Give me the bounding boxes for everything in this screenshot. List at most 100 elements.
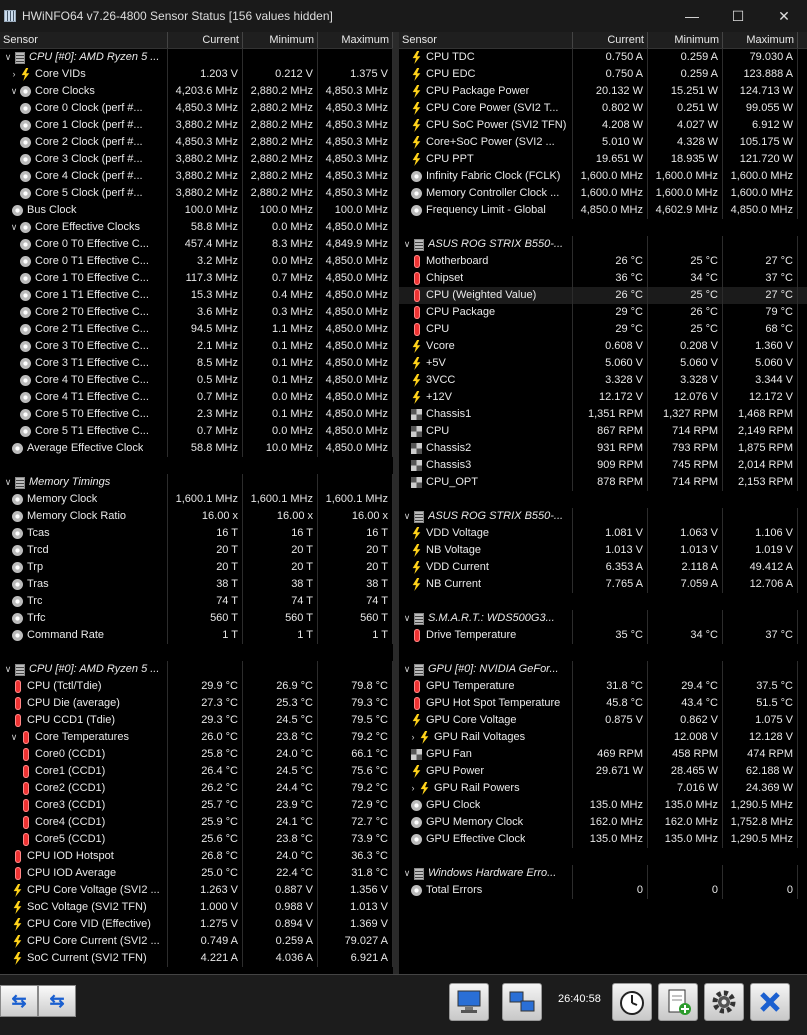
sensor-group-row[interactable]: ∨ ASUS ROG STRIX B550-... [399,236,807,253]
sensor-row[interactable]: +12V 12.172 V 12.076 V 12.172 V [399,389,807,406]
sensor-row[interactable]: CPU SoC Power (SVI2 TFN) 4.208 W 4.027 W 6.… [399,117,807,134]
sensor-row[interactable]: Memory Clock Ratio 16.00 x 16.00 x 16.00 x [0,508,393,525]
exit-close-icon[interactable] [750,983,790,1021]
current-column-header[interactable]: Current [168,32,243,48]
maximum-column-header[interactable]: Maximum [723,32,798,48]
sensor-row[interactable]: Core 1 Clock (perf #... 3,880.2 MHz 2,880.… [0,117,393,134]
sensor-row[interactable]: ∨ Core Clocks 4,203.6 MHz 2,880.2 MHz 4,850.… [0,83,393,100]
sensor-row[interactable]: NB Voltage 1.013 V 1.013 V 1.019 V [399,542,807,559]
maximize-button[interactable]: ☐ [715,0,761,32]
column-header[interactable]: Sensor Current Minimum Maximum [399,32,807,49]
nav-left-button[interactable]: ⇆ [0,985,38,1017]
sensor-row[interactable]: Core0 (CCD1) 25.8 °C 24.0 °C 66.1 °C [0,746,393,763]
sensor-row[interactable]: Bus Clock 100.0 MHz 100.0 MHz 100.0 MHz [0,202,393,219]
sensor-row[interactable]: Core+SoC Power (SVI2 ... 5.010 W 4.328 W 10… [399,134,807,151]
sensor-row[interactable]: Core 2 T1 Effective C... 94.5 MHz 1.1 MHz 4… [0,321,393,338]
sensor-column-header[interactable]: Sensor [0,32,168,48]
network-icon[interactable] [502,983,542,1021]
sensor-group-row[interactable]: ∨ Memory Timings [0,474,393,491]
sensor-row[interactable]: CPU CCD1 (Tdie) 29.3 °C 24.5 °C 79.5 °C [0,712,393,729]
sensor-row[interactable]: CPU IOD Hotspot 26.8 °C 24.0 °C 36.3 °C [0,848,393,865]
sensor-row[interactable]: Memory Clock 1,600.1 MHz 1,600.1 MHz 1,600.… [0,491,393,508]
sensor-row[interactable]: Core 5 T1 Effective C... 0.7 MHz 0.0 MHz 4,… [0,423,393,440]
sensor-row[interactable]: GPU Core Voltage 0.875 V 0.862 V 1.075 V [399,712,807,729]
sensor-row[interactable]: Core 3 T0 Effective C... 2.1 MHz 0.1 MHz 4,… [0,338,393,355]
sensor-row[interactable]: GPU Effective Clock 135.0 MHz 135.0 MHz 1,2… [399,831,807,848]
sensor-row[interactable]: GPU Memory Clock 162.0 MHz 162.0 MHz 1,752.… [399,814,807,831]
sensor-group-row[interactable]: ∨ S.M.A.R.T.: WDS500G3... [399,610,807,627]
sensor-group-row[interactable]: ∨ CPU [#0]: AMD Ryzen 5 ... [0,49,393,66]
sensor-row[interactable]: GPU Temperature 31.8 °C 29.4 °C 37.5 °C [399,678,807,695]
minimum-column-header[interactable]: Minimum [648,32,723,48]
sensor-row[interactable]: CPU (Weighted Value) 26 °C 25 °C 27 °C [399,287,807,304]
sensor-group-row[interactable]: ∨ ASUS ROG STRIX B550-... [399,508,807,525]
sensor-row[interactable]: GPU Fan 469 RPM 458 RPM 474 RPM [399,746,807,763]
sensor-row[interactable]: Vcore 0.608 V 0.208 V 1.360 V [399,338,807,355]
sensor-row[interactable]: Core 0 Clock (perf #... 4,850.3 MHz 2,880.… [0,100,393,117]
sensor-row[interactable]: Core1 (CCD1) 26.4 °C 24.5 °C 75.6 °C [0,763,393,780]
sensor-row[interactable]: CPU_OPT 878 RPM 714 RPM 2,153 RPM [399,474,807,491]
collapse-chevron-icon[interactable]: ∨ [8,729,20,746]
maximum-column-header[interactable]: Maximum [318,32,393,48]
collapse-chevron-icon[interactable]: ∨ [401,610,413,627]
sensor-row[interactable]: VDD Voltage 1.081 V 1.063 V 1.106 V [399,525,807,542]
sensor-row[interactable]: Command Rate 1 T1 T1 T [0,627,393,644]
sensor-group-row[interactable]: ∨ GPU [#0]: NVIDIA GeFor... [399,661,807,678]
sensor-row[interactable]: Core3 (CCD1) 25.7 °C 23.9 °C 72.9 °C [0,797,393,814]
sensor-row[interactable]: CPU Package 29 °C 26 °C 79 °C [399,304,807,321]
sensor-row[interactable]: CPU Core Current (SVI2 ... 0.749 A 0.259 A… [0,933,393,950]
collapse-chevron-icon[interactable]: ∨ [8,83,20,100]
sensor-row[interactable]: CPU TDC 0.750 A 0.259 A 79.030 A [399,49,807,66]
sensor-row[interactable]: CPU Package Power 20.132 W 15.251 W 124.713… [399,83,807,100]
collapse-chevron-icon[interactable]: ∨ [2,474,14,491]
collapse-chevron-icon[interactable]: ∨ [8,219,20,236]
collapse-chevron-icon[interactable]: ∨ [2,661,14,678]
sensor-group-row[interactable]: ∨ CPU [#0]: AMD Ryzen 5 ... [0,661,393,678]
sensor-row[interactable]: VDD Current 6.353 A 2.118 A 49.412 A [399,559,807,576]
sensor-row[interactable]: Chassis3 909 RPM 745 RPM 2,014 RPM [399,457,807,474]
collapse-chevron-icon[interactable]: ∨ [2,49,14,66]
sensor-row[interactable]: CPU Core Voltage (SVI2 ... 1.263 V 0.887 V… [0,882,393,899]
minimize-button[interactable]: — [669,0,715,32]
sensor-row[interactable]: Core 0 T1 Effective C... 3.2 MHz 0.0 MHz 4,… [0,253,393,270]
sensor-row[interactable]: Trp 20 T 20 T 20 T [0,559,393,576]
sensor-row[interactable]: SoC Voltage (SVI2 TFN) 1.000 V 0.988 V 1.01… [0,899,393,916]
expand-chevron-icon[interactable]: › [407,729,419,746]
sensor-row[interactable]: Drive Temperature 35 °C 34 °C 37 °C [399,627,807,644]
sensor-row[interactable]: Trc 74 T 74 T 74 T [0,593,393,610]
settings-gear-icon[interactable] [704,983,744,1021]
sensor-row[interactable]: Core 3 T1 Effective C... 8.5 MHz 0.1 MHz 4,… [0,355,393,372]
sensor-row[interactable]: SoC Current (SVI2 TFN) 4.221 A 4.036 A 6.92… [0,950,393,967]
sensor-row[interactable]: › GPU Rail Powers 7.016 W 24.369 W [399,780,807,797]
sensor-row[interactable]: CPU EDC 0.750 A 0.259 A 123.888 A [399,66,807,83]
sensor-row[interactable]: Tras 38 T 38 T 38 T [0,576,393,593]
sensor-row[interactable]: Chassis1 1,351 RPM 1,327 RPM 1,468 RPM [399,406,807,423]
sensor-row[interactable]: Core 4 T1 Effective C... 0.7 MHz 0.0 MHz 4,… [0,389,393,406]
sensor-row[interactable]: Core 4 T0 Effective C... 0.5 MHz 0.1 MHz 4,… [0,372,393,389]
sensor-row[interactable]: ∨ Core Temperatures 26.0 °C 23.8 °C 79.2 °C [0,729,393,746]
sensor-row[interactable]: 3VCC 3.328 V 3.328 V 3.344 V [399,372,807,389]
clock-reset-icon[interactable] [612,983,652,1021]
sensor-column-header[interactable]: Sensor [399,32,573,48]
sensor-row[interactable]: › GPU Rail Voltages 12.008 V 12.128 V [399,729,807,746]
sensor-row[interactable]: Core 0 T0 Effective C... 457.4 MHz 8.3 MHz… [0,236,393,253]
sensor-row[interactable]: Core 3 Clock (perf #... 3,880.2 MHz 2,880.… [0,151,393,168]
sensor-row[interactable]: Infinity Fabric Clock (FCLK) 1,600.0 MHz 1… [399,168,807,185]
sensor-row[interactable]: Core5 (CCD1) 25.6 °C 23.8 °C 73.9 °C [0,831,393,848]
sensor-row[interactable]: Core 2 T0 Effective C... 3.6 MHz 0.3 MHz 4,… [0,304,393,321]
sensor-row[interactable]: Trcd 20 T 20 T 20 T [0,542,393,559]
sensor-group-row[interactable]: ∨ Windows Hardware Erro... [399,865,807,882]
sensor-row[interactable]: NB Current 7.765 A 7.059 A 12.706 A [399,576,807,593]
close-button[interactable]: ✕ [761,0,807,32]
minimum-column-header[interactable]: Minimum [243,32,318,48]
sensor-row[interactable]: CPU Core VID (Effective) 1.275 V 0.894 V 1.… [0,916,393,933]
sensor-row[interactable]: CPU Die (average) 27.3 °C 25.3 °C 79.3 °C [0,695,393,712]
sensor-row[interactable]: Frequency Limit - Global 4,850.0 MHz 4,602… [399,202,807,219]
sensor-row[interactable]: CPU PPT 19.651 W 18.935 W 121.720 W [399,151,807,168]
sensor-row[interactable]: Chipset 36 °C 34 °C 37 °C [399,270,807,287]
sensor-row[interactable]: Core4 (CCD1) 25.9 °C 24.1 °C 72.7 °C [0,814,393,831]
sensor-row[interactable]: ∨ Core Effective Clocks 58.8 MHz 0.0 MHz 4,8… [0,219,393,236]
sensor-row[interactable]: CPU 29 °C 25 °C 68 °C [399,321,807,338]
sensor-row[interactable]: Core 2 Clock (perf #... 4,850.3 MHz 2,880.… [0,134,393,151]
sensor-row[interactable]: Total Errors 0 0 0 [399,882,807,899]
